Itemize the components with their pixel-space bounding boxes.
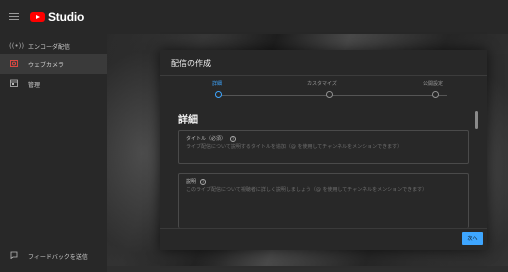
description-field-placeholder: このライブ配信について視聴者に詳しく説明しましょう（@ を使用してチャンネルをメ… bbox=[186, 187, 428, 193]
step-label-details[interactable]: 詳細 bbox=[212, 80, 222, 87]
stepper-line bbox=[220, 95, 447, 96]
create-stream-dialog: 配信の作成 詳細 カスタマイズ 公開設定 詳細 タイトル（必須）? ライブ配信に… bbox=[160, 50, 487, 250]
title-field-label: タイトル（必須）? bbox=[186, 135, 237, 142]
feedback-icon bbox=[9, 251, 19, 261]
description-field-label: 説明? bbox=[186, 178, 207, 185]
title-field-placeholder: ライブ配信について説明するタイトルを追加（@ を使用してチャンネルをメンションで… bbox=[186, 144, 403, 150]
section-heading: 詳細 bbox=[178, 115, 198, 126]
dialog-title: 配信の作成 bbox=[171, 59, 211, 68]
top-bar: Studio bbox=[0, 0, 508, 34]
calendar-icon bbox=[9, 79, 19, 89]
sidebar-item-label: ウェブカメラ bbox=[28, 61, 65, 69]
help-icon[interactable]: ? bbox=[200, 178, 207, 185]
logo-text: Studio bbox=[48, 10, 85, 24]
step-label-customize[interactable]: カスタマイズ bbox=[307, 80, 337, 87]
stepper: 詳細 カスタマイズ 公開設定 bbox=[160, 80, 487, 102]
sidebar-item-label: エンコーダ配信 bbox=[28, 43, 71, 51]
description-field[interactable]: 説明? このライブ配信について視聴者に詳しく説明しましょう（@ を使用してチャン… bbox=[178, 173, 469, 228]
footer-divider bbox=[160, 228, 487, 229]
step-dot-visibility[interactable] bbox=[432, 91, 439, 98]
studio-logo[interactable]: Studio bbox=[30, 10, 84, 24]
next-button[interactable]: 次へ bbox=[462, 232, 483, 245]
hamburger-menu-icon[interactable] bbox=[9, 13, 19, 21]
bottom-strip bbox=[107, 266, 508, 272]
broadcast-icon: ((•)) bbox=[9, 42, 25, 50]
sidebar-item-webcam[interactable]: ウェブカメラ bbox=[0, 54, 107, 74]
title-field[interactable]: タイトル（必須）? ライブ配信について説明するタイトルを追加（@ を使用してチャ… bbox=[178, 130, 469, 164]
help-icon[interactable]: ? bbox=[230, 135, 237, 142]
sidebar: ((•)) エンコーダ配信 ウェブカメラ 管理 フィードバックを送信 bbox=[0, 34, 107, 272]
sidebar-item-feedback[interactable]: フィードバックを送信 bbox=[0, 246, 107, 266]
step-label-visibility[interactable]: 公開設定 bbox=[423, 80, 443, 87]
sidebar-item-encoder[interactable]: ((•)) エンコーダ配信 bbox=[0, 36, 107, 56]
youtube-logo-icon bbox=[30, 12, 45, 22]
sidebar-item-manage[interactable]: 管理 bbox=[0, 74, 107, 94]
step-dot-details[interactable] bbox=[215, 91, 222, 98]
scrollbar[interactable] bbox=[475, 111, 478, 129]
webcam-icon bbox=[9, 59, 19, 69]
sidebar-item-label: フィードバックを送信 bbox=[28, 253, 88, 261]
divider bbox=[160, 75, 487, 76]
sidebar-item-label: 管理 bbox=[28, 81, 41, 89]
step-dot-customize[interactable] bbox=[326, 91, 333, 98]
